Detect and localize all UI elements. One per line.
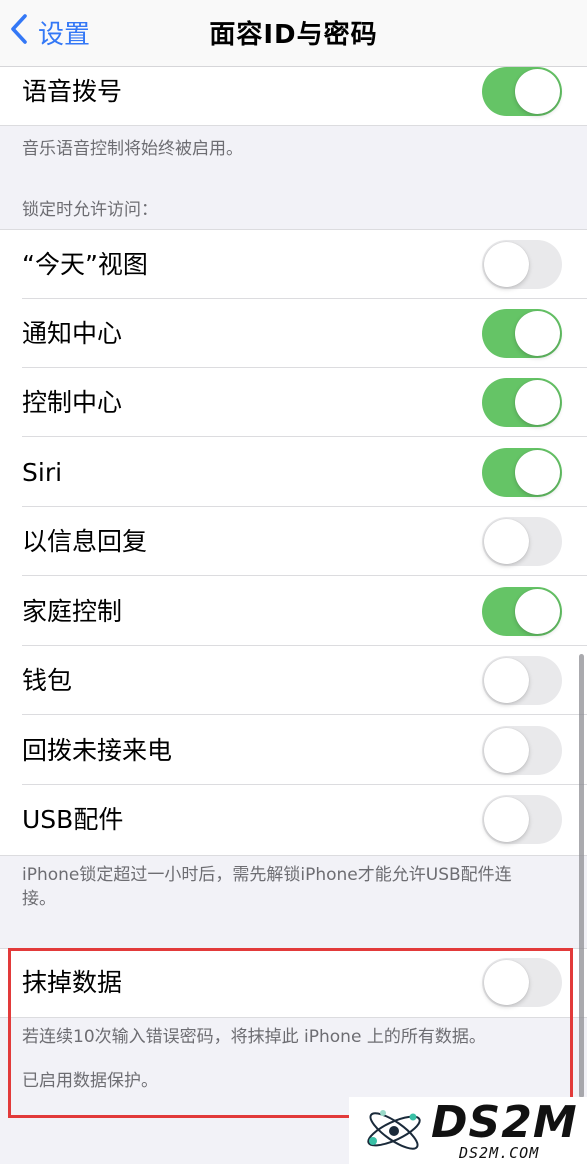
atom-logo-icon — [363, 1105, 425, 1157]
control-center-toggle[interactable] — [482, 378, 562, 427]
watermark: DS2M DS2M.COM — [349, 1097, 587, 1164]
settings-row-voice-dial: 语音拨号 — [0, 58, 587, 126]
return-missed-calls-toggle[interactable] — [482, 726, 562, 775]
row-label: Siri — [22, 458, 63, 487]
row-label: 钱包 — [22, 666, 73, 695]
settings-row-return-missed-calls: 回拨未接来电 — [0, 716, 587, 785]
home-control-toggle[interactable] — [482, 587, 562, 636]
toggle-knob — [484, 960, 529, 1005]
row-separator — [22, 575, 587, 576]
row-label: 回拨未接来电 — [22, 736, 173, 765]
toggle-knob — [484, 242, 529, 287]
voice-dial-group: 语音拨号 — [0, 58, 587, 126]
settings-row-reply-with-message: 以信息回复 — [0, 507, 587, 576]
row-label: 抹掉数据 — [22, 968, 123, 997]
erase-data-group: 抹掉数据 — [0, 948, 587, 1018]
wallet-toggle[interactable] — [482, 656, 562, 705]
toggle-knob — [484, 797, 529, 842]
usb-accessories-toggle[interactable] — [482, 795, 562, 844]
toggle-knob — [484, 728, 529, 773]
settings-row-wallet: 钱包 — [0, 646, 587, 715]
notification-center-toggle[interactable] — [482, 309, 562, 358]
row-separator — [22, 436, 587, 437]
settings-row-control-center: 控制中心 — [0, 368, 587, 437]
toggle-knob — [515, 69, 560, 114]
settings-row-usb-accessories: USB配件 — [0, 785, 587, 854]
lock-access-group: “今天”视图 通知中心 控制中心 Siri 以信息回复 家庭控制 钱包 回拨未接… — [0, 229, 587, 856]
settings-row-erase-data: 抹掉数据 — [0, 949, 587, 1017]
settings-row-notification-center: 通知中心 — [0, 299, 587, 368]
siri-toggle[interactable] — [482, 448, 562, 497]
usb-footer-note: iPhone锁定超过一小时后，需先解锁iPhone才能允许USB配件连接。 — [22, 865, 512, 909]
today-view-toggle[interactable] — [482, 240, 562, 289]
navigation-bar: 设置 面容ID与密码 — [0, 0, 587, 67]
reply-with-message-toggle[interactable] — [482, 517, 562, 566]
erase-data-toggle[interactable] — [482, 958, 562, 1007]
toggle-knob — [515, 380, 560, 425]
section-header: 锁定时允许访问： — [22, 200, 158, 220]
row-label: “今天”视图 — [22, 250, 148, 279]
divider — [0, 125, 587, 126]
scrollbar[interactable] — [579, 654, 584, 1098]
row-label: 控制中心 — [22, 388, 123, 417]
settings-row-home-control: 家庭控制 — [0, 577, 587, 646]
settings-row-siri: Siri — [0, 438, 587, 507]
toggle-knob — [484, 519, 529, 564]
row-label: 语音拨号 — [22, 77, 123, 106]
data-protection-note: 已启用数据保护。 — [22, 1071, 158, 1091]
toggle-knob — [515, 589, 560, 634]
page-title: 面容ID与密码 — [209, 20, 378, 50]
toggle-knob — [515, 450, 560, 495]
voice-dial-toggle[interactable] — [482, 67, 562, 116]
group-footer-note: 音乐语音控制将始终被启用。 — [22, 139, 243, 159]
row-label: 以信息回复 — [22, 527, 148, 556]
watermark-brand: DS2M — [431, 1097, 578, 1148]
row-label: USB配件 — [22, 805, 124, 834]
toggle-knob — [484, 658, 529, 703]
toggle-knob — [515, 311, 560, 356]
erase-footer-note: 若连续10次输入错误密码，将抹掉此 iPhone 上的所有数据。 — [22, 1027, 486, 1047]
settings-row-today-view: “今天”视图 — [0, 230, 587, 299]
row-label: 家庭控制 — [22, 597, 123, 626]
row-label: 通知中心 — [22, 319, 123, 348]
row-separator — [22, 714, 587, 715]
watermark-url: DS2M.COM — [459, 1144, 540, 1162]
